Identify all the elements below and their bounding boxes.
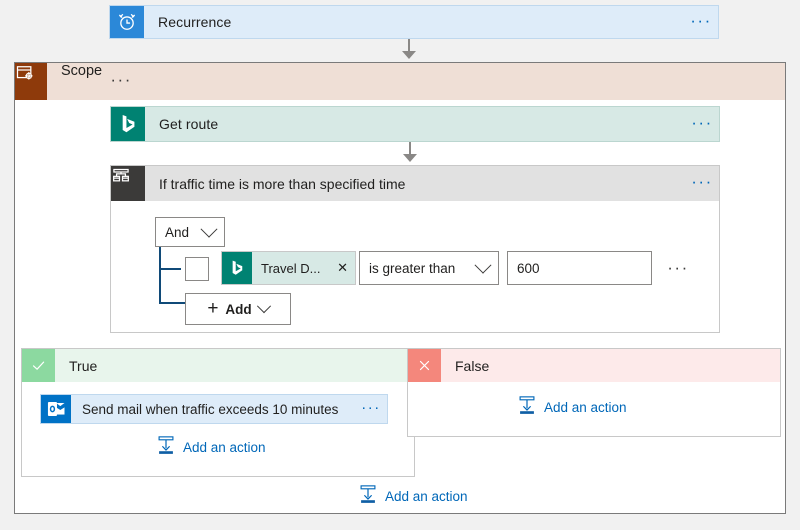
condition-branch-icon bbox=[111, 166, 145, 201]
trigger-overflow-menu[interactable]: ··· bbox=[684, 6, 718, 38]
add-condition-button[interactable]: + Add bbox=[185, 293, 291, 325]
branch-false: False Add an action bbox=[407, 348, 781, 437]
condition-token-label: Travel D... bbox=[261, 261, 320, 276]
scope-title: Scope bbox=[47, 63, 102, 100]
branch-true: True Send mail when traffic exceeds 10 m… bbox=[21, 348, 415, 477]
designer-canvas: Recurrence ··· Scope ··· bbox=[0, 0, 800, 530]
condition-operator-value: is greater than bbox=[369, 261, 455, 276]
condition-title: If traffic time is more than specified t… bbox=[145, 166, 685, 201]
add-action-label-false: Add an action bbox=[544, 400, 627, 415]
add-action-label-true: Add an action bbox=[183, 440, 266, 455]
scope-header-card[interactable]: Scope ··· bbox=[15, 63, 785, 100]
branch-false-label: False bbox=[441, 349, 780, 382]
action-overflow-menu-send-mail[interactable]: ··· bbox=[355, 395, 387, 423]
branch-false-header: False bbox=[408, 349, 780, 382]
outlook-icon bbox=[41, 395, 71, 423]
insert-action-icon bbox=[359, 485, 377, 507]
add-action-label-scope: Add an action bbox=[385, 489, 468, 504]
condition-row-checkbox[interactable] bbox=[185, 257, 209, 281]
action-title-get-route: Get route bbox=[145, 107, 685, 141]
trigger-title: Recurrence bbox=[144, 6, 684, 38]
close-x-icon bbox=[408, 349, 441, 382]
condition-operator-select[interactable]: is greater than bbox=[359, 251, 499, 285]
condition-token-travel-duration[interactable]: Travel D... ✕ bbox=[221, 251, 356, 285]
chevron-down-icon bbox=[201, 221, 218, 238]
connector-arrow-getroute-condition bbox=[403, 154, 417, 162]
bing-maps-icon bbox=[222, 252, 252, 284]
tree-line-branch-row bbox=[159, 268, 181, 270]
action-overflow-menu-get-route[interactable]: ··· bbox=[685, 107, 719, 141]
condition-overflow-menu[interactable]: ··· bbox=[685, 166, 719, 201]
connector-arrow-trigger-scope bbox=[402, 51, 416, 59]
checkmark-icon bbox=[22, 349, 55, 382]
condition-value-text: 600 bbox=[517, 261, 540, 276]
add-action-button-scope[interactable]: Add an action bbox=[359, 485, 468, 507]
condition-header[interactable]: If traffic time is more than specified t… bbox=[111, 166, 719, 201]
add-action-button-true-branch[interactable]: Add an action bbox=[157, 436, 266, 458]
insert-action-icon bbox=[518, 396, 536, 418]
tree-line-vertical bbox=[159, 247, 161, 303]
branch-true-header: True bbox=[22, 349, 414, 382]
scope-container: Scope ··· Get route ··· bbox=[14, 62, 786, 514]
condition-card: If traffic time is more than specified t… bbox=[110, 165, 720, 333]
chevron-down-icon bbox=[475, 257, 492, 274]
action-card-get-route[interactable]: Get route ··· bbox=[110, 106, 720, 142]
close-icon[interactable]: ✕ bbox=[337, 260, 348, 276]
scope-window-gear-icon bbox=[15, 63, 47, 100]
alarm-clock-icon bbox=[110, 6, 144, 38]
bing-maps-icon bbox=[111, 107, 145, 141]
plus-icon: + bbox=[207, 299, 218, 318]
tree-line-branch-add bbox=[159, 302, 185, 304]
condition-value-input[interactable]: 600 bbox=[507, 251, 652, 285]
trigger-card-recurrence[interactable]: Recurrence ··· bbox=[109, 5, 719, 39]
condition-row-overflow-menu[interactable]: ··· bbox=[661, 251, 695, 289]
insert-action-icon bbox=[157, 436, 175, 458]
action-title-send-mail: Send mail when traffic exceeds 10 minute… bbox=[71, 395, 355, 423]
add-action-button-false-branch[interactable]: Add an action bbox=[518, 396, 627, 418]
add-condition-label: Add bbox=[225, 302, 251, 317]
branch-true-label: True bbox=[55, 349, 414, 382]
logic-operator-value: And bbox=[165, 225, 197, 240]
action-card-send-mail[interactable]: Send mail when traffic exceeds 10 minute… bbox=[40, 394, 388, 424]
logic-operator-select[interactable]: And bbox=[155, 217, 225, 247]
scope-overflow-menu[interactable]: ··· bbox=[102, 63, 140, 100]
chevron-down-icon bbox=[257, 299, 271, 313]
condition-body: And Travel D... bbox=[111, 201, 719, 332]
